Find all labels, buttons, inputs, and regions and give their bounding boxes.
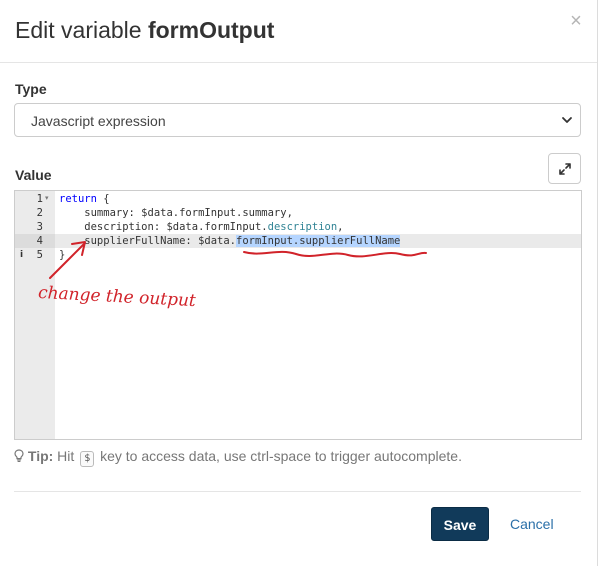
annotation-arrow-line <box>49 243 85 279</box>
tip-label: Tip: <box>27 448 54 464</box>
annotation-underline <box>243 250 427 258</box>
cancel-link[interactable]: Cancel <box>510 515 554 533</box>
tip-pre: Hit <box>53 448 79 464</box>
tip-post: key to access data, use ctrl-space to tr… <box>96 448 462 464</box>
dollar-key: $ <box>80 451 95 467</box>
annotation-drawing <box>49 241 427 279</box>
tip-text: Tip: Hit $ key to access data, use ctrl-… <box>14 447 462 467</box>
edit-variable-dialog: Edit variable formOutput × Type Javascri… <box>0 0 598 566</box>
footer-divider <box>14 491 581 492</box>
lightbulb-icon <box>14 449 24 462</box>
save-button[interactable]: Save <box>431 507 489 541</box>
